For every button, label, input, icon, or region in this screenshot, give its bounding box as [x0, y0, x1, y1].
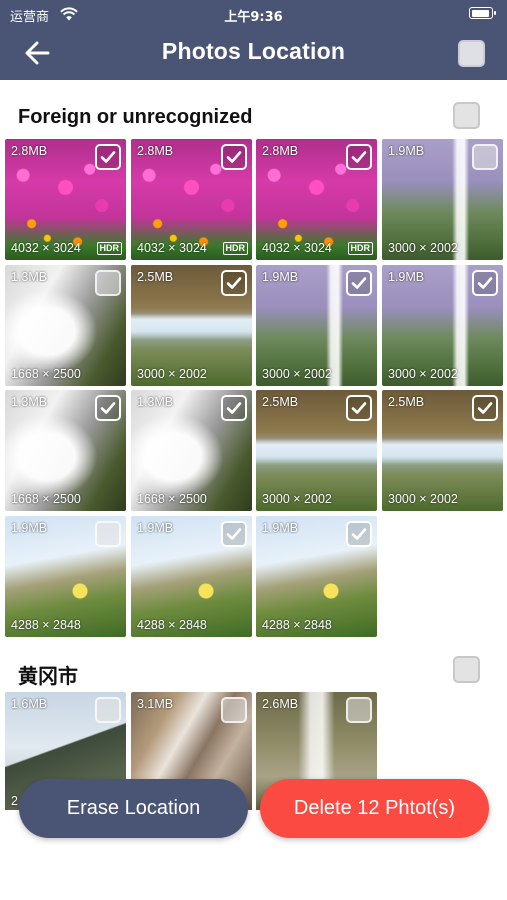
checkmark-icon [351, 276, 367, 289]
photo-dimensions: 3000 × 2002 [388, 492, 458, 506]
photo-checkbox-checked[interactable] [95, 395, 121, 421]
battery-icon [469, 7, 496, 19]
photo-checkbox-checked[interactable] [346, 269, 372, 296]
page-title: Photos Location [161, 38, 346, 64]
photo-size: 3.1MB [137, 697, 174, 711]
photo-checkbox-checked[interactable] [472, 269, 498, 296]
photo-checkbox[interactable] [221, 697, 247, 723]
photo-checkbox[interactable] [346, 697, 372, 723]
photo-dimensions: 4032 × 3024 [262, 241, 332, 255]
photo-tile[interactable]: 1.3MB 1668 × 2500 [5, 390, 126, 511]
navigation-bar: 运营商 上午9:36 Photos Location [0, 0, 507, 80]
section-title: Foreign or unrecognized [18, 106, 253, 128]
hdr-badge: HDR [96, 242, 122, 255]
photo-dimensions: 1668 × 2500 [11, 492, 81, 506]
photo-checkbox[interactable] [472, 144, 498, 170]
photo-dimensions: 4288 × 2848 [137, 617, 207, 632]
checkmark-icon [477, 402, 493, 414]
photo-size: 2.5MB [137, 269, 174, 284]
section-select-checkbox[interactable] [453, 102, 480, 129]
photo-size: 1.3MB [137, 395, 174, 409]
photo-checkbox-checked[interactable] [221, 269, 247, 296]
section-header-huanggang: 黄冈市 [0, 652, 507, 692]
select-all-checkbox[interactable] [458, 40, 485, 67]
photo-size: 1.9MB [137, 520, 174, 535]
photo-size: 1.9MB [388, 144, 425, 158]
photo-tile[interactable]: 1.9MB 4288 × 2848 [5, 515, 126, 637]
hdr-badge: HDR [222, 242, 248, 255]
photo-size: 2.5MB [262, 395, 299, 409]
photo-checkbox-checked[interactable] [346, 520, 372, 547]
checkmark-icon [351, 402, 367, 414]
photo-tile[interactable]: 1.9MB 3000 × 2002 [382, 139, 503, 260]
photo-dimensions: 3000 × 2002 [262, 366, 332, 381]
photo-tile[interactable]: 1.9MB 3000 × 2002 [382, 264, 503, 386]
section-select-checkbox[interactable] [453, 656, 480, 683]
photo-size: 1.9MB [262, 269, 299, 284]
photo-size: 1.9MB [262, 520, 299, 535]
photo-size: 1.3MB [11, 395, 48, 409]
photo-checkbox-checked[interactable] [346, 395, 372, 421]
photo-tile[interactable]: 1.9MB 3000 × 2002 [256, 264, 377, 386]
photo-size: 2.6MB [262, 697, 299, 711]
photo-tile[interactable]: 2.8MB 4032 × 3024 HDR [256, 139, 377, 260]
photo-dimensions: 3000 × 2002 [137, 366, 207, 381]
checkmark-icon [351, 151, 367, 163]
photo-dimensions: 1668 × 2500 [11, 366, 81, 381]
photo-dimensions: 4032 × 3024 [137, 241, 207, 255]
photo-dimensions: 3000 × 2002 [262, 492, 332, 506]
photo-checkbox-checked[interactable] [95, 144, 121, 170]
photo-size: 2.8MB [262, 144, 299, 158]
photo-tile[interactable]: 2.5MB 3000 × 2002 [256, 390, 377, 511]
status-bar: 运营商 上午9:36 [0, 0, 507, 28]
checkmark-icon [226, 151, 242, 163]
photo-checkbox-checked[interactable] [472, 395, 498, 421]
checkmark-icon [351, 527, 367, 540]
photo-dimensions: 4032 × 3024 [11, 241, 81, 255]
checkmark-icon [226, 527, 242, 540]
hdr-badge: HDR [347, 242, 373, 255]
photo-size: 2.8MB [11, 144, 48, 158]
photo-size: 1.9MB [388, 269, 425, 284]
photo-tile[interactable]: 2.8MB 4032 × 3024 HDR [131, 139, 252, 260]
photo-size: 1.3MB [11, 269, 48, 284]
photo-tile[interactable]: 1.3MB 1668 × 2500 [131, 390, 252, 511]
photo-tile[interactable]: 1.9MB 4288 × 2848 [131, 515, 252, 637]
checkmark-icon [226, 276, 242, 289]
checkmark-icon [477, 276, 493, 289]
photo-tile[interactable]: 1.3MB 1668 × 2500 [5, 264, 126, 386]
photo-dimensions: 3000 × 2002 [388, 366, 458, 381]
photo-checkbox-checked[interactable] [221, 395, 247, 421]
section-header-foreign: Foreign or unrecognized [0, 98, 507, 138]
photo-checkbox-checked[interactable] [346, 144, 372, 170]
photo-tile[interactable]: 2.8MB 4032 × 3024 HDR [5, 139, 126, 260]
photo-dimensions: 2 [11, 794, 18, 808]
photo-checkbox[interactable] [95, 697, 121, 723]
checkmark-icon [100, 151, 116, 163]
photo-dimensions: 4288 × 2848 [262, 617, 332, 632]
photo-tile[interactable]: 1.9MB 4288 × 2848 [256, 515, 377, 637]
photo-size: 2.8MB [137, 144, 174, 158]
photo-size: 1.9MB [11, 520, 48, 535]
delete-photos-button[interactable]: Delete 12 Phtot(s) [260, 779, 489, 838]
checkmark-icon [100, 402, 116, 414]
photo-checkbox-checked[interactable] [221, 520, 247, 547]
photo-checkbox[interactable] [95, 520, 121, 547]
photo-dimensions: 4288 × 2848 [11, 617, 81, 632]
erase-location-button[interactable]: Erase Location [19, 779, 248, 838]
photo-tile[interactable]: 2.5MB 3000 × 2002 [131, 264, 252, 386]
photo-size: 2.5MB [388, 395, 425, 409]
photo-dimensions: 3000 × 2002 [388, 241, 458, 255]
photo-dimensions: 1668 × 2500 [137, 492, 207, 506]
photo-size: 1.6MB [11, 697, 48, 711]
photo-tile[interactable]: 2.5MB 3000 × 2002 [382, 390, 503, 511]
checkmark-icon [226, 402, 242, 414]
status-time: 上午9:36 [224, 10, 283, 25]
photo-checkbox-checked[interactable] [221, 144, 247, 170]
photo-checkbox[interactable] [95, 269, 121, 296]
section-title: 黄冈市 [18, 666, 78, 688]
